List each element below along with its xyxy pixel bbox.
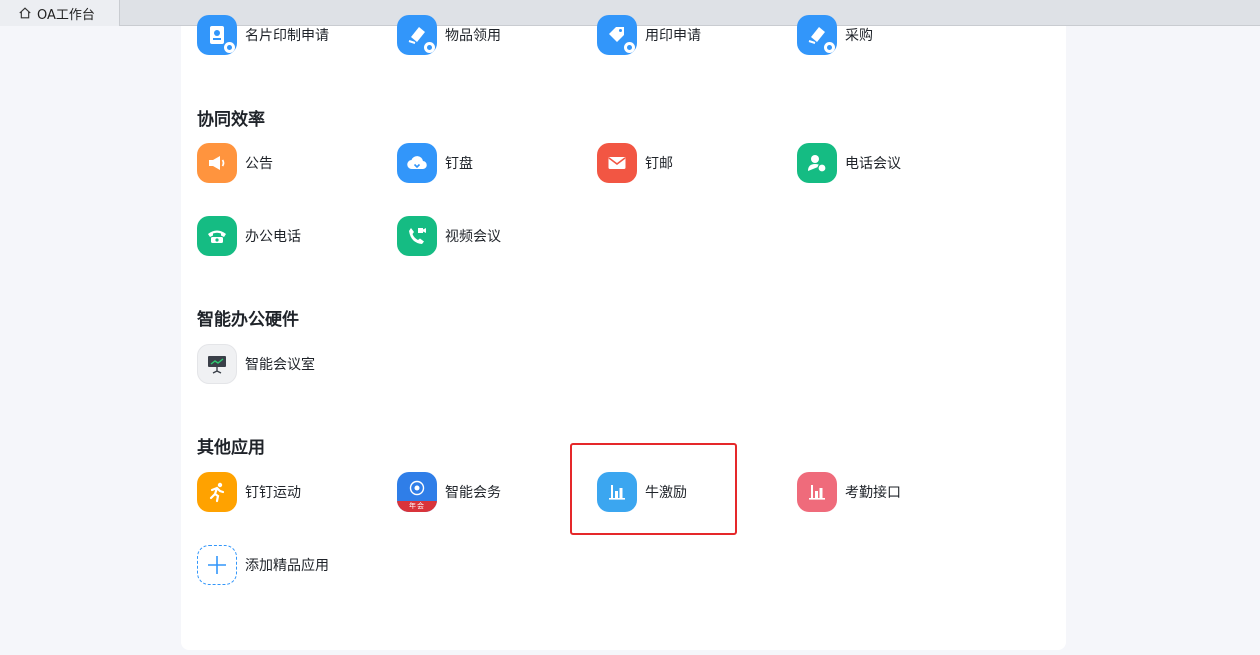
app-label: 电话会议 [845, 156, 901, 172]
app-label: 物品领用 [445, 28, 501, 44]
video-call-icon [397, 216, 437, 256]
selection-highlight-box [570, 443, 737, 535]
bar-chart-icon [797, 472, 837, 512]
app-ding-sport[interactable]: 钉钉运动 [197, 472, 301, 512]
section-title-other-apps: 其他应用 [197, 438, 265, 458]
app-seal-request[interactable]: 用印申请 [597, 15, 701, 55]
purchase-icon [797, 15, 837, 55]
section-title-smart-hardware: 智能办公硬件 [197, 310, 299, 330]
app-smart-meeting-room[interactable]: 智能会议室 [197, 344, 315, 384]
app-label: 采购 [845, 28, 873, 44]
app-video-meeting[interactable]: 视频会议 [397, 216, 501, 256]
mail-icon [597, 143, 637, 183]
app-label: 公告 [245, 156, 273, 172]
affairs-ribbon: 年会 [397, 501, 437, 512]
home-icon [19, 7, 31, 19]
app-label: 考勤接口 [845, 485, 901, 501]
app-business-card[interactable]: 名片印制申请 [197, 15, 329, 55]
app-label: 智能会务 [445, 485, 501, 501]
tab-title: OA工作台 [37, 7, 95, 23]
conference-icon: 年会 [397, 472, 437, 512]
app-label: 名片印制申请 [245, 28, 329, 44]
megaphone-icon [197, 143, 237, 183]
app-label: 钉邮 [645, 156, 673, 172]
workbench-panel: 名片印制申请 物品领用 用印申请 采购 协同效率 公告 钉盘 钉邮 电话会议 办… [181, 15, 1066, 650]
seal-icon [597, 15, 637, 55]
tab-oa-workbench[interactable]: OA工作台 [0, 0, 120, 26]
app-office-phone[interactable]: 办公电话 [197, 216, 301, 256]
section-title-collaboration: 协同效率 [197, 110, 265, 130]
app-smart-affairs[interactable]: 年会 智能会务 [397, 472, 501, 512]
app-ding-disk[interactable]: 钉盘 [397, 143, 473, 183]
app-attendance-api[interactable]: 考勤接口 [797, 472, 901, 512]
app-label: 智能会议室 [245, 357, 315, 373]
box-icon [397, 15, 437, 55]
telephone-icon [197, 216, 237, 256]
app-add-premium[interactable]: 添加精品应用 [197, 545, 329, 585]
business-card-icon [197, 15, 237, 55]
app-purchase[interactable]: 采购 [797, 15, 873, 55]
app-announcement[interactable]: 公告 [197, 143, 273, 183]
app-label: 钉盘 [445, 156, 473, 172]
app-phone-meeting[interactable]: 电话会议 [797, 143, 901, 183]
phone-meeting-icon [797, 143, 837, 183]
plus-icon [197, 545, 237, 585]
cloud-icon [397, 143, 437, 183]
app-label: 添加精品应用 [245, 558, 329, 574]
presentation-screen-icon [197, 344, 237, 384]
app-label: 办公电话 [245, 229, 301, 245]
app-item-request[interactable]: 物品领用 [397, 15, 501, 55]
app-ding-mail[interactable]: 钉邮 [597, 143, 673, 183]
running-icon [197, 472, 237, 512]
app-label: 视频会议 [445, 229, 501, 245]
app-label: 用印申请 [645, 28, 701, 44]
app-label: 钉钉运动 [245, 485, 301, 501]
